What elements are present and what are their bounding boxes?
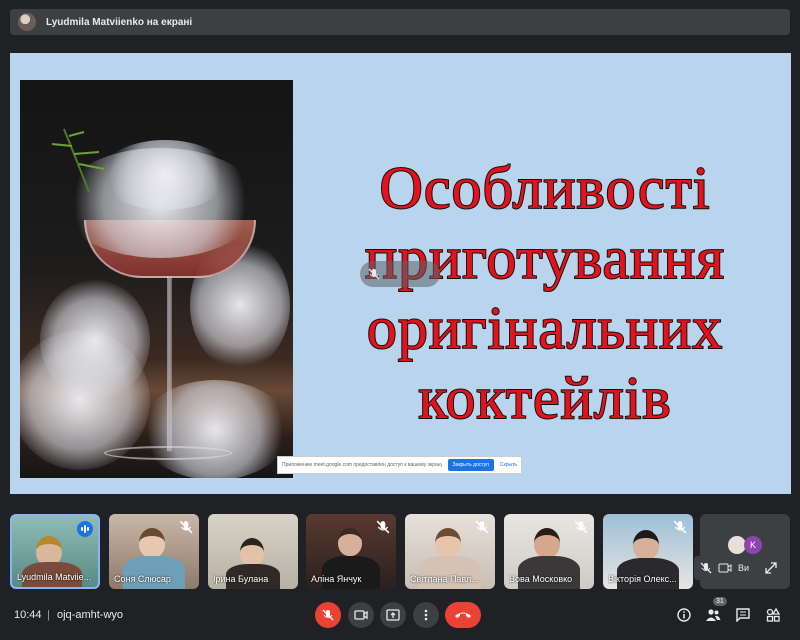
- participant-name: Соня Слюсар: [114, 574, 171, 584]
- people-count-badge: 31: [713, 597, 727, 606]
- participant-tile[interactable]: Вікторія Олекс...: [603, 514, 693, 589]
- chat-icon: [736, 608, 750, 622]
- slide-title-line: коктейлів: [417, 364, 672, 432]
- hang-up-icon: [455, 612, 471, 618]
- leave-call-button[interactable]: [445, 602, 481, 628]
- shared-screen: Особливості приготування оригінальних ко…: [10, 53, 791, 494]
- participant-tile[interactable]: Вова Московко: [504, 514, 594, 589]
- participant-name: Вікторія Олекс...: [608, 574, 677, 584]
- mic-off-icon: [574, 520, 588, 534]
- participant-tile[interactable]: Світлана Павл...: [405, 514, 495, 589]
- meeting-time: 10:44: [14, 609, 42, 621]
- info-icon: [677, 608, 691, 622]
- speaking-indicator-icon: [77, 521, 93, 537]
- presenter-bar: Lyudmila Matviienko на екрані: [10, 9, 790, 35]
- mic-off-icon: [673, 520, 687, 534]
- activities-button[interactable]: [763, 605, 783, 625]
- self-label: Ви: [738, 563, 750, 573]
- mic-off-icon: [179, 520, 193, 534]
- slide-title: Особливості приготування оригінальних ко…: [310, 153, 780, 433]
- camera-icon[interactable]: [718, 562, 732, 574]
- more-vert-icon: [424, 609, 428, 621]
- meeting-code: ojq-amht-wyo: [57, 609, 124, 621]
- herb-sprig-icon: [51, 128, 105, 193]
- slide-title-line: оригінальних: [366, 294, 724, 362]
- cocktail-photo: [20, 80, 293, 478]
- present-screen-icon: [386, 609, 400, 621]
- more-options-button[interactable]: [413, 602, 439, 628]
- participant-tile[interactable]: Соня Слюсар: [109, 514, 199, 589]
- participant-name: Аліна Янчук: [311, 574, 362, 584]
- slide-title-line: Особливості: [379, 154, 711, 222]
- camera-button[interactable]: [348, 602, 374, 628]
- stop-sharing-button[interactable]: Закрыть доступ: [447, 459, 494, 471]
- mic-off-icon: [475, 520, 489, 534]
- camera-icon: [354, 610, 368, 620]
- microphone-button[interactable]: [315, 602, 341, 628]
- mic-off-icon[interactable]: [700, 562, 712, 574]
- expand-icon[interactable]: [765, 562, 777, 574]
- mic-off-icon: [368, 268, 380, 280]
- chat-button[interactable]: [733, 605, 753, 625]
- presenter-label: Lyudmila Matviienko на екрані: [46, 16, 193, 28]
- screen-share-notice: Приложению meet.google.com предоставлен …: [277, 456, 522, 474]
- meeting-details-button[interactable]: [674, 605, 694, 625]
- mic-off-icon: [376, 520, 390, 534]
- participant-name: Lyudmila Matviie...: [17, 572, 92, 582]
- presenter-muted-pill: [360, 261, 440, 287]
- share-notice-text: Приложению meet.google.com предоставлен …: [282, 462, 442, 468]
- participant-avatar: K: [744, 536, 762, 554]
- presenter-avatar: [18, 13, 36, 31]
- participant-name: Вова Московко: [509, 574, 573, 584]
- participant-tile[interactable]: Lyudmila Matviie...: [10, 514, 100, 589]
- activities-icon: [766, 608, 780, 622]
- participant-name: Ірина Булана: [213, 574, 269, 584]
- participant-name: Світлана Павл...: [410, 574, 479, 584]
- mic-off-icon: [322, 609, 334, 621]
- bottom-bar: 10:44 | ojq-amht-wyo 31: [0, 596, 800, 640]
- present-screen-button[interactable]: [380, 602, 406, 628]
- meet-window: Lyudmila Matviienko на екрані Особливост…: [0, 0, 800, 640]
- people-button[interactable]: [703, 605, 723, 625]
- hide-notice-link[interactable]: Скрыть: [500, 462, 517, 468]
- participant-tile[interactable]: Аліна Янчук: [306, 514, 396, 589]
- self-view-controls: Ви: [694, 556, 780, 580]
- people-icon: [706, 609, 721, 621]
- separator: |: [47, 609, 50, 621]
- participant-tile[interactable]: Ірина Булана: [208, 514, 298, 589]
